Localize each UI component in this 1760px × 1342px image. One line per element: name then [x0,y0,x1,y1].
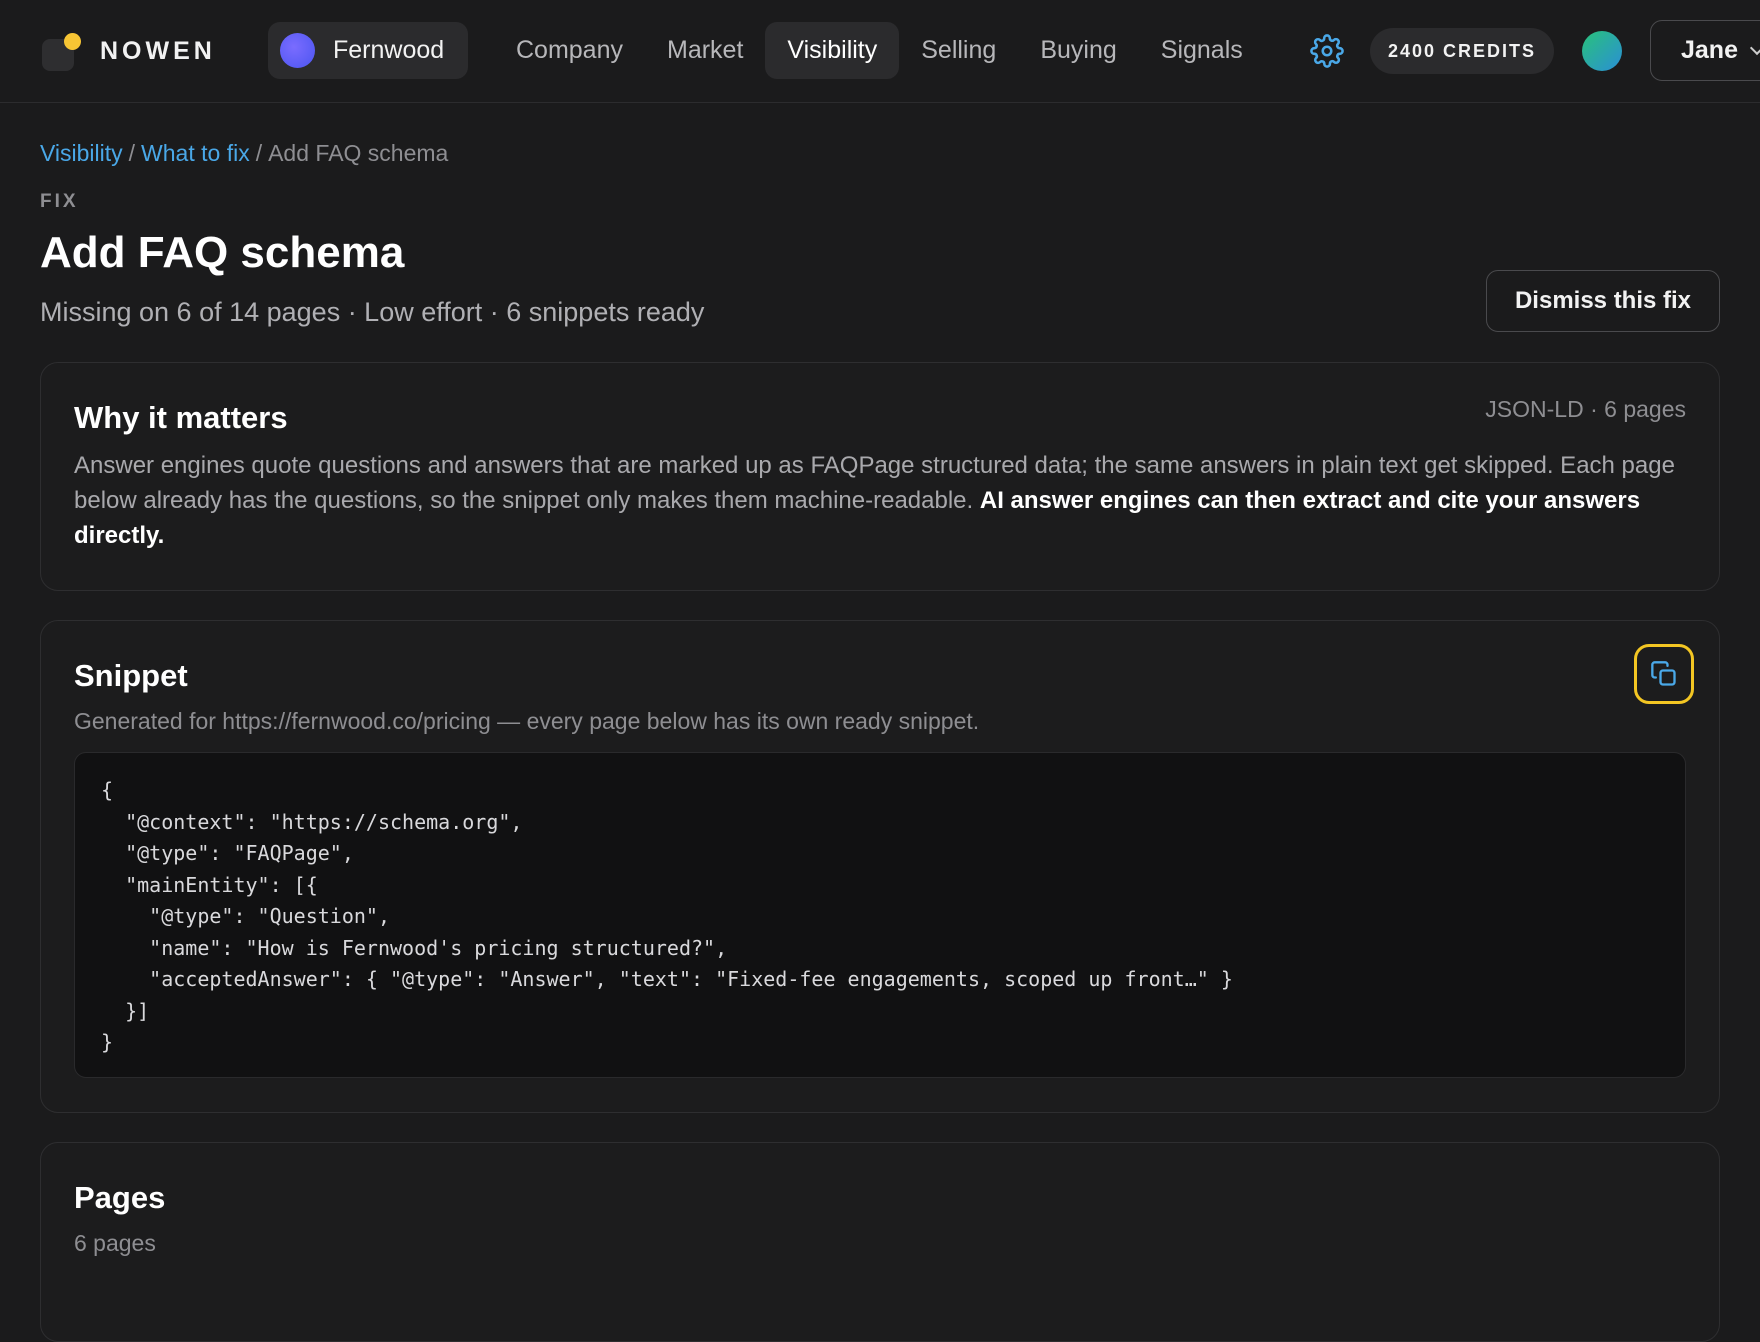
snippet-description: Generated for https://fernwood.co/pricin… [74,708,980,734]
user-name: Jane [1681,36,1738,64]
nav-item-selling[interactable]: Selling [899,22,1018,79]
brand-name: NOWEN [100,37,216,65]
top-navigation-bar: NOWEN Fernwood Company Market Visibility… [0,0,1760,103]
copy-snippet-button[interactable] [1634,644,1694,704]
logo-dot-icon [64,33,81,50]
why-card-meta: JSON-LD · 6 pages [1485,396,1686,422]
dismiss-fix-button[interactable]: Dismiss this fix [1486,270,1720,332]
nav-item-visibility[interactable]: Visibility [765,22,900,79]
user-menu-button[interactable]: Jane [1650,20,1760,81]
pages-card [40,1142,1720,1342]
chevron-down-icon [1749,40,1760,55]
nav-item-market[interactable]: Market [645,22,765,79]
brand-logo[interactable]: NOWEN [42,30,222,72]
workspace-switcher[interactable]: Fernwood [268,22,468,79]
nav-item-signals[interactable]: Signals [1139,22,1265,79]
workspace-avatar [280,33,315,68]
breadcrumb-separator: / [255,140,263,166]
breadcrumb: Visibility / What to fix / Add FAQ schema [40,140,448,167]
gear-icon[interactable] [1310,34,1344,68]
workspace-name: Fernwood [333,36,445,64]
breadcrumb-link-what-to-fix[interactable]: What to fix [141,140,250,166]
nav-item-company[interactable]: Company [494,22,645,79]
nav-item-buying[interactable]: Buying [1018,22,1138,79]
user-avatar[interactable] [1582,31,1622,71]
main-nav: Company Market Visibility Selling Buying… [494,22,1265,79]
snippet-code-block[interactable]: { "@context": "https://schema.org", "@ty… [74,752,1686,1078]
page-subtitle: Missing on 6 of 14 pages · Low effort · … [40,297,705,327]
why-card-body: Answer engines quote questions and answe… [74,448,1694,553]
pages-card-title: Pages [74,1180,166,1215]
page-title: Add FAQ schema [40,228,405,277]
credits-badge[interactable]: 2400 CREDITS [1370,28,1554,74]
breadcrumb-current: Add FAQ schema [268,140,449,166]
page-eyebrow: FIX [40,191,79,212]
snippet-card-title: Snippet [74,658,188,693]
copy-icon [1651,661,1676,686]
why-card-title: Why it matters [74,400,288,435]
breadcrumb-link-visibility[interactable]: Visibility [40,140,123,166]
breadcrumb-separator: / [128,140,136,166]
pages-count: 6 pages [74,1230,156,1256]
